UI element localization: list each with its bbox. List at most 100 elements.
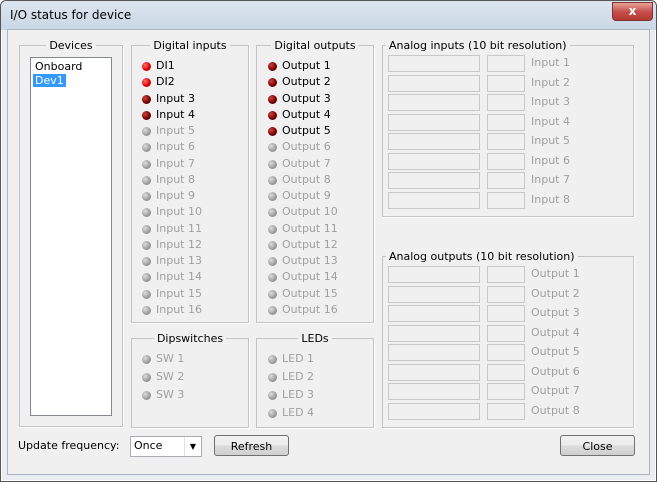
- analog-output-bar: [388, 285, 480, 303]
- analog-output-bar: [388, 324, 480, 342]
- analog-output-value-field: [487, 344, 525, 361]
- led-indicator-led-icon: [268, 355, 277, 364]
- analog-input-bar: [388, 113, 480, 131]
- digital-output-label: Output 12: [282, 237, 338, 251]
- digital-output-led-icon: [268, 289, 277, 299]
- analog-output-bar: [388, 305, 480, 322]
- analog-input-label: Input 2: [531, 75, 570, 89]
- digital-input-led-icon: [142, 257, 151, 266]
- digital-output-label: Output 5: [282, 124, 331, 137]
- led-indicator-led-icon: [268, 373, 277, 382]
- analog-input-bar: [388, 74, 480, 92]
- digital-output-led-icon: [268, 192, 277, 201]
- digital-output-led-icon: [268, 175, 277, 185]
- analog-output-value-field: [487, 383, 525, 400]
- digital-output-label: Output 14: [282, 270, 338, 284]
- analog-outputs-legend: Analog outputs (10 bit resolution): [389, 250, 575, 263]
- analog-output-label: Output 7: [531, 384, 580, 397]
- analog-output-bar: [388, 266, 480, 283]
- close-button[interactable]: Close: [560, 435, 635, 456]
- devices-listbox[interactable]: Onboard Dev1: [30, 57, 112, 416]
- analog-input-bar: [388, 94, 480, 111]
- analog-inputs-legend: Analog inputs (10 bit resolution): [389, 39, 567, 52]
- digital-output-label: Output 6: [282, 140, 331, 154]
- digital-output-led-icon: [268, 127, 277, 136]
- digital-input-label: Input 12: [156, 237, 202, 251]
- digital-output-led-icon: [268, 110, 277, 120]
- title-bar[interactable]: I/O status for device x: [1, 1, 656, 30]
- analog-output-label: Output 1: [531, 267, 580, 280]
- analog-input-bar: [388, 191, 480, 209]
- digital-input-label: Input 15: [156, 286, 202, 300]
- device-list-item[interactable]: Onboard: [33, 60, 84, 73]
- digital-input-led-icon: [142, 62, 151, 71]
- analog-input-value-field: [487, 152, 525, 170]
- analog-output-label: Output 3: [531, 306, 580, 319]
- digital-input-label: Input 5: [156, 124, 195, 137]
- digital-output-label: Output 8: [282, 172, 331, 186]
- digital-output-label: Output 7: [282, 156, 331, 170]
- digital-output-label: Output 1: [282, 59, 331, 72]
- window-title: I/O status for device: [10, 8, 132, 22]
- digital-output-label: Output 4: [282, 107, 331, 121]
- digital-output-label: Output 3: [282, 91, 331, 105]
- analog-input-label: Input 4: [531, 114, 570, 128]
- device-list-item[interactable]: Dev1: [33, 74, 66, 87]
- digital-output-led-icon: [268, 159, 277, 169]
- digital-input-label: Input 7: [156, 156, 195, 170]
- analog-input-value-field: [487, 55, 525, 72]
- digital-output-led-icon: [268, 94, 277, 104]
- window-close-button[interactable]: x: [612, 2, 653, 21]
- digital-outputs-legend: Digital outputs: [274, 39, 356, 52]
- digital-input-label: DI1: [156, 59, 175, 72]
- analog-output-value-field: [487, 285, 525, 303]
- digital-output-label: Output 9: [282, 189, 331, 202]
- digital-input-led-icon: [142, 224, 151, 234]
- digital-input-led-icon: [142, 175, 151, 185]
- analog-input-bar: [388, 133, 480, 150]
- chevron-down-icon[interactable]: ▼: [184, 437, 201, 456]
- digital-output-led-icon: [268, 257, 277, 266]
- digital-output-label: Output 11: [282, 221, 338, 235]
- update-frequency-value: Once: [134, 439, 163, 452]
- analog-input-label: Input 5: [531, 134, 570, 147]
- dipswitches-legend: Dipswitches: [156, 332, 224, 345]
- analog-input-value-field: [487, 172, 525, 189]
- analog-input-bar: [388, 55, 480, 72]
- analog-output-value-field: [487, 402, 525, 420]
- led-indicator-label: LED 2: [282, 370, 315, 383]
- analog-input-bar: [388, 172, 480, 189]
- digital-input-label: Input 8: [156, 172, 195, 186]
- digital-output-label: Output 10: [282, 205, 338, 219]
- digital-output-led-icon: [268, 62, 277, 71]
- analog-input-value-field: [487, 113, 525, 131]
- led-indicator-label: LED 4: [282, 406, 315, 419]
- digital-input-label: Input 4: [156, 107, 195, 121]
- dipswitch-label: SW 1: [156, 352, 185, 365]
- led-indicator-label: LED 1: [282, 352, 315, 365]
- analog-output-label: Output 8: [531, 403, 580, 417]
- digital-input-led-icon: [142, 240, 151, 250]
- digital-input-label: DI2: [156, 75, 175, 89]
- digital-input-led-icon: [142, 159, 151, 169]
- leds-legend: LEDs: [301, 332, 329, 345]
- digital-input-label: Input 13: [156, 254, 202, 267]
- digital-input-led-icon: [142, 305, 151, 315]
- digital-input-led-icon: [142, 192, 151, 201]
- digital-input-led-icon: [142, 110, 151, 120]
- dipswitch-label: SW 3: [156, 388, 185, 401]
- analog-output-label: Output 2: [531, 286, 580, 300]
- analog-input-label: Input 8: [531, 192, 570, 206]
- analog-output-label: Output 6: [531, 364, 580, 378]
- digital-output-label: Output 15: [282, 286, 338, 300]
- analog-output-value-field: [487, 305, 525, 322]
- analog-input-bar: [388, 152, 480, 170]
- refresh-button[interactable]: Refresh: [214, 435, 289, 456]
- analog-output-label: Output 4: [531, 325, 580, 339]
- devices-legend: Devices: [49, 39, 93, 52]
- update-frequency-select[interactable]: Once ▼: [130, 436, 202, 457]
- analog-input-value-field: [487, 191, 525, 209]
- analog-input-label: Input 6: [531, 153, 570, 167]
- digital-output-led-icon: [268, 240, 277, 250]
- analog-input-value-field: [487, 74, 525, 92]
